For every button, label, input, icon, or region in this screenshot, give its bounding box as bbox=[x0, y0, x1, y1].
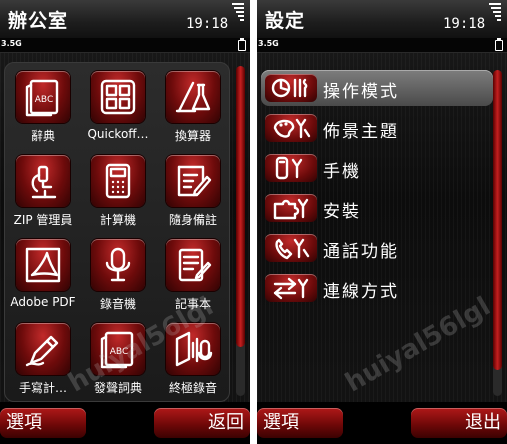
app-tile[interactable] bbox=[16, 323, 70, 375]
app-item[interactable]: Quickoff… bbox=[78, 63, 158, 147]
app-tile[interactable] bbox=[16, 155, 70, 207]
status-bar: 3.5G bbox=[257, 38, 507, 53]
calculator-icon bbox=[105, 163, 131, 199]
softkey-bar: 選項 返回 bbox=[0, 402, 250, 444]
settings-item-icon-bg bbox=[265, 274, 317, 302]
settings-screen: 設定 19:18 3.5G 操作模式 佈景主題 手機 安裝 通話功能 連線方式 bbox=[257, 0, 507, 444]
network-type-label: 3.5G bbox=[1, 39, 22, 48]
settings-list-item[interactable]: 佈景主題 bbox=[261, 110, 493, 146]
app-tile[interactable] bbox=[166, 71, 220, 123]
microphone-icon bbox=[105, 247, 131, 282]
app-tile[interactable]: ABC bbox=[16, 71, 70, 123]
call-settings-icon bbox=[275, 238, 310, 260]
settings-item-label: 操作模式 bbox=[323, 82, 399, 102]
clock: 19:18 bbox=[443, 16, 486, 32]
app-label: 辭典 bbox=[30, 129, 55, 143]
profile-tools-icon bbox=[271, 78, 308, 98]
settings-list-item[interactable]: 操作模式 bbox=[261, 70, 493, 106]
app-label: 計算機 bbox=[99, 213, 136, 227]
app-item[interactable]: ZIP 管理員 bbox=[3, 147, 83, 231]
app-label: ZIP 管理員 bbox=[13, 213, 73, 227]
svg-text:ABC: ABC bbox=[35, 95, 53, 105]
connectivity-arrows-icon bbox=[273, 277, 309, 300]
settings-list-item[interactable]: 手機 bbox=[261, 150, 493, 186]
app-tile[interactable] bbox=[16, 239, 70, 291]
app-label: Adobe PDF bbox=[10, 295, 76, 309]
settings-item-icon-bg bbox=[265, 194, 317, 222]
scrollbar-thumb[interactable] bbox=[493, 70, 502, 370]
app-label: Quickoff… bbox=[87, 127, 149, 141]
app-tile[interactable] bbox=[166, 239, 220, 291]
page-title: 辦公室 bbox=[8, 10, 69, 32]
adobe-pdf-icon bbox=[25, 247, 61, 283]
app-tile[interactable] bbox=[166, 155, 220, 207]
notes-pen-icon bbox=[177, 165, 212, 197]
settings-list-item[interactable]: 連線方式 bbox=[261, 270, 493, 306]
puzzle-install-icon bbox=[273, 198, 309, 220]
app-label: 終極錄音 bbox=[168, 381, 217, 395]
app-item[interactable]: 錄音機 bbox=[78, 231, 158, 315]
settings-item-icon-bg bbox=[265, 114, 317, 142]
title-bar: 設定 19:18 bbox=[257, 0, 507, 38]
options-softkey[interactable]: 選項 bbox=[0, 408, 86, 438]
settings-item-label: 連線方式 bbox=[323, 282, 399, 302]
phone-tools-icon bbox=[275, 156, 303, 180]
signal-strength-icon bbox=[232, 3, 244, 23]
app-tile[interactable] bbox=[91, 155, 145, 207]
page-title: 設定 bbox=[265, 10, 306, 32]
softkey-bar: 選項 退出 bbox=[257, 402, 507, 444]
app-tile[interactable] bbox=[91, 239, 145, 291]
converter-icon bbox=[175, 81, 211, 113]
scrollbar[interactable] bbox=[493, 70, 502, 396]
app-item[interactable]: 隨身備註 bbox=[153, 147, 233, 231]
app-label: 隨身備註 bbox=[168, 213, 217, 227]
settings-item-icon-bg bbox=[265, 234, 317, 262]
scrollbar[interactable] bbox=[236, 66, 245, 396]
status-bar: 3.5G bbox=[0, 38, 250, 53]
settings-item-icon-bg bbox=[265, 74, 317, 102]
battery-icon bbox=[238, 38, 246, 51]
settings-list-item[interactable]: 通話功能 bbox=[261, 230, 493, 266]
network-type-label: 3.5G bbox=[258, 39, 279, 48]
settings-item-icon-bg bbox=[265, 154, 317, 182]
dictionary-abc-icon: ABC bbox=[25, 79, 59, 117]
quickoffice-icon bbox=[100, 79, 136, 115]
app-label: 換算器 bbox=[174, 129, 211, 143]
options-softkey[interactable]: 選項 bbox=[257, 408, 343, 438]
exit-softkey[interactable]: 退出 bbox=[411, 408, 507, 438]
app-item[interactable]: ABC 辭典 bbox=[3, 63, 83, 147]
settings-item-label: 安裝 bbox=[323, 202, 361, 222]
handwriting-pen-icon bbox=[25, 335, 59, 367]
settings-item-label: 手機 bbox=[323, 162, 361, 182]
back-softkey[interactable]: 返回 bbox=[154, 408, 250, 438]
scrollbar-thumb[interactable] bbox=[236, 66, 245, 347]
signal-strength-icon bbox=[489, 3, 501, 23]
zip-microscope-icon bbox=[31, 165, 57, 199]
app-label: 錄音機 bbox=[99, 297, 136, 311]
settings-item-label: 通話功能 bbox=[323, 242, 399, 262]
settings-list-item[interactable]: 安裝 bbox=[261, 190, 493, 226]
app-item[interactable]: 計算機 bbox=[78, 147, 158, 231]
settings-item-label: 佈景主題 bbox=[323, 122, 399, 142]
palette-tools-icon bbox=[273, 118, 311, 139]
app-item[interactable]: 換算器 bbox=[153, 63, 233, 147]
app-item[interactable]: Adobe PDF bbox=[3, 231, 83, 315]
battery-icon bbox=[495, 38, 503, 51]
notepad-icon bbox=[178, 248, 212, 282]
clock: 19:18 bbox=[186, 16, 229, 32]
title-bar: 辦公室 19:18 bbox=[0, 0, 250, 38]
app-tile[interactable] bbox=[91, 71, 145, 123]
office-screen: 辦公室 19:18 3.5G ABC 辭典 Quickoff… 換算器 ZIP … bbox=[0, 0, 250, 444]
